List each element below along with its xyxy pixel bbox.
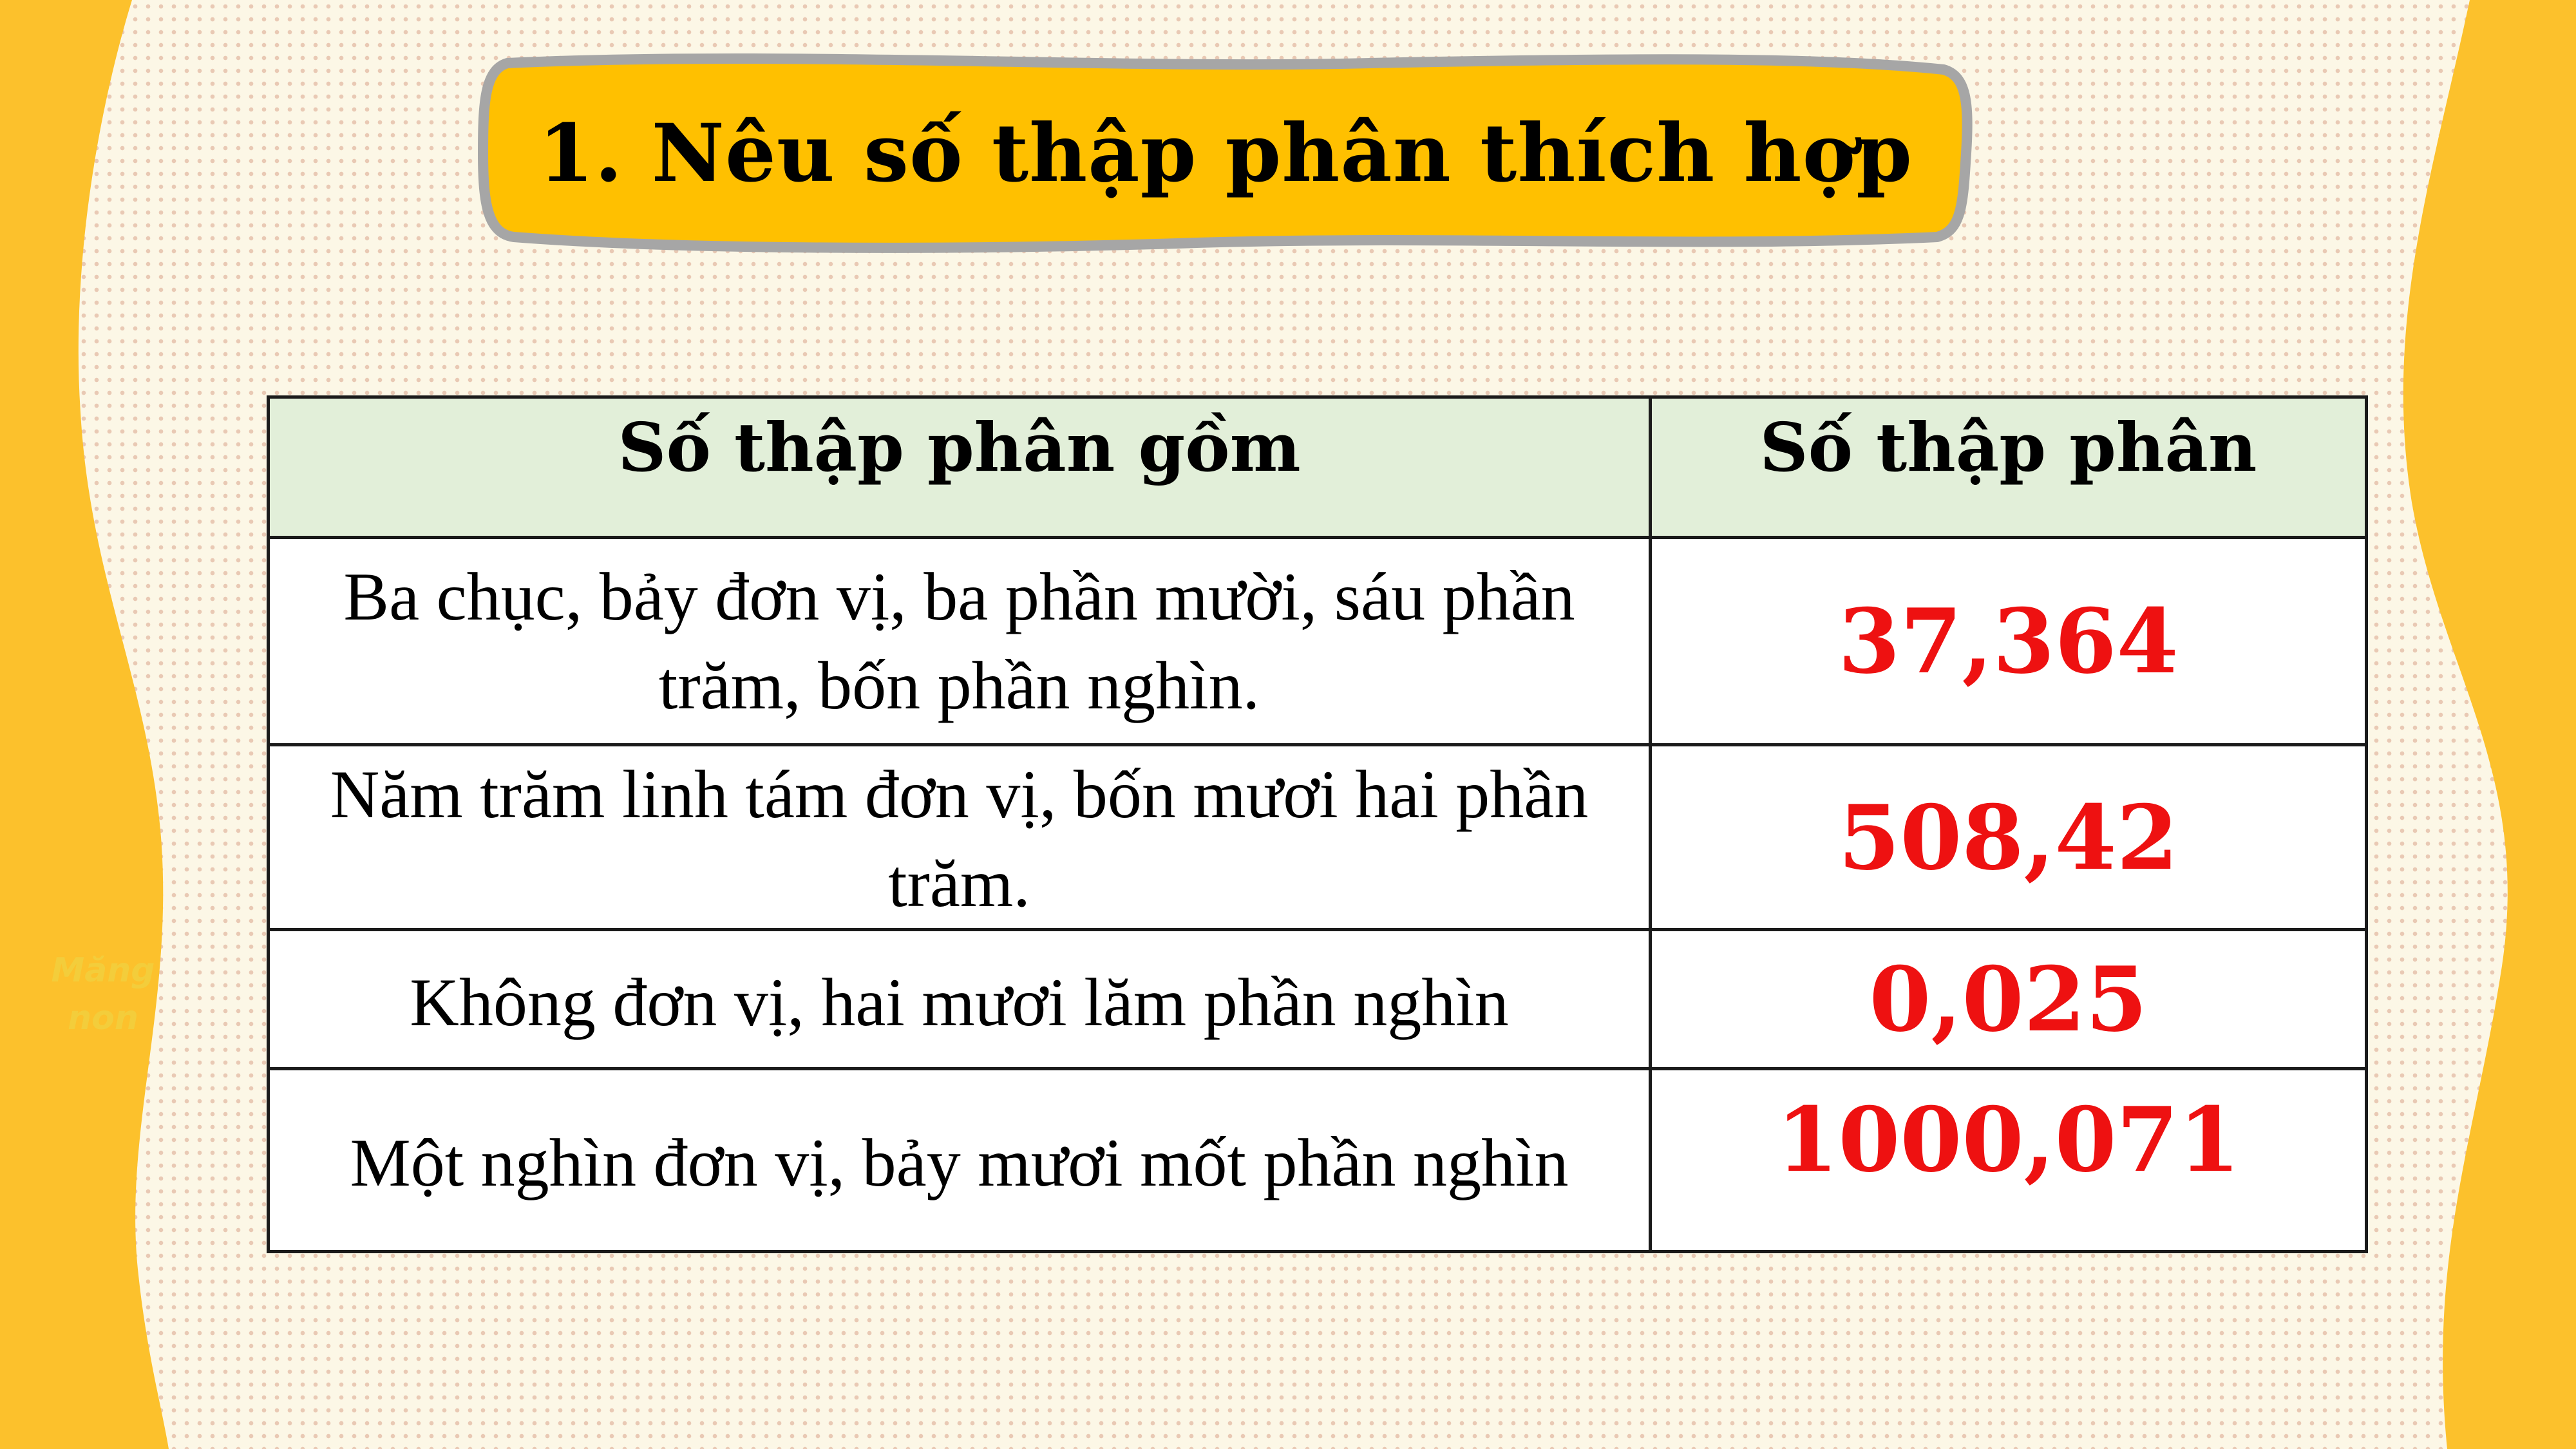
table-row: Năm trăm linh tám đơn vị, bốn mươi hai p… — [267, 743, 2368, 931]
left-wave-shape — [0, 0, 169, 1449]
right-wave-shape — [2403, 0, 2576, 1449]
watermark-logo: Măng non — [19, 947, 187, 1075]
title-banner: 1. Nêu số thập phân thích hợp — [469, 44, 1982, 263]
page-title: 1. Nêu số thập phân thích hợp — [538, 106, 1913, 200]
decimal-table: Số thập phân gồm Số thập phân Ba chục, b… — [267, 395, 2368, 1253]
row-decimal-value: 508,42 — [1649, 743, 2368, 931]
table-row: Một nghìn đơn vị, bảy mươi mốt phần nghì… — [267, 1067, 2368, 1253]
table-row: Không đơn vị, hai mươi lăm phần nghìn 0,… — [267, 928, 2368, 1070]
row-description: Năm trăm linh tám đơn vị, bốn mươi hai p… — [267, 743, 1652, 931]
row-decimal-value: 37,364 — [1649, 536, 2368, 746]
row-description: Ba chục, bảy đơn vị, ba phần mười, sáu p… — [267, 536, 1652, 746]
table-header-row: Số thập phân gồm Số thập phân — [267, 395, 2368, 539]
row-decimal-value: 0,025 — [1649, 928, 2368, 1070]
row-description: Không đơn vị, hai mươi lăm phần nghìn — [267, 928, 1652, 1070]
row-description: Một nghìn đơn vị, bảy mươi mốt phần nghì… — [267, 1067, 1652, 1253]
table-row: Ba chục, bảy đơn vị, ba phần mười, sáu p… — [267, 536, 2368, 746]
watermark-line-2: non — [68, 999, 138, 1037]
header-decimal: Số thập phân — [1649, 395, 2368, 539]
header-description: Số thập phân gồm — [267, 395, 1652, 539]
row-decimal-value: 1000,071 — [1649, 1067, 2368, 1253]
watermark-line-1: Măng — [51, 951, 155, 990]
